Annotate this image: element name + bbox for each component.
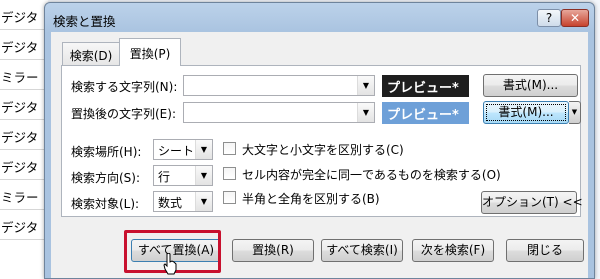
hand-cursor-icon — [163, 253, 177, 275]
find-input[interactable]: ▼ — [183, 75, 375, 96]
tab-replace[interactable]: 置換(P) — [119, 38, 181, 66]
match-byte-checkbox[interactable] — [223, 191, 236, 204]
dialog-title: 検索と置換 — [53, 14, 116, 29]
within-label: 検索場所(H): — [71, 145, 142, 159]
look-in-value: 数式 — [158, 196, 183, 210]
cell[interactable]: デジタ — [0, 150, 48, 180]
replace-button[interactable]: 置換(R) — [232, 239, 314, 262]
replace-panel: 検索する文字列(N): ▼ プレビュー* 書式(M)... 置換後の文字列(E)… — [61, 65, 583, 217]
cell[interactable]: デジタ — [0, 0, 48, 30]
find-label: 検索する文字列(N): — [71, 80, 178, 94]
tab-find[interactable]: 検索(D) — [62, 42, 120, 65]
cell[interactable]: ミラー — [0, 60, 48, 90]
chevron-down-icon[interactable]: ▼ — [195, 166, 212, 185]
cell[interactable]: デジタ — [0, 90, 48, 120]
find-next-button[interactable]: 次を検索(F) — [412, 239, 494, 262]
match-case-label: 大文字と小文字を区別する(C) — [242, 143, 404, 157]
close-button[interactable]: 閉じる — [506, 239, 584, 262]
replace-format-preview: プレビュー* — [382, 102, 469, 124]
cell[interactable]: デジタ — [0, 120, 48, 150]
help-button[interactable]: ? — [537, 9, 561, 27]
within-select[interactable]: シート ▼ — [153, 139, 213, 160]
close-window-button[interactable]: ✕ — [561, 9, 589, 27]
chevron-down-icon[interactable]: ▼ — [569, 101, 581, 124]
match-byte-label: 半角と全角を区別する(B) — [242, 192, 380, 206]
spreadsheet-background: デジタ デジタ ミラー デジタ デジタ デジタ ミラー デジタ — [0, 0, 48, 279]
cell[interactable]: デジタ — [0, 30, 48, 60]
search-direction-select[interactable]: 行 ▼ — [153, 165, 213, 186]
look-in-label: 検索対象(L): — [71, 197, 140, 211]
match-entire-checkbox[interactable] — [223, 167, 236, 180]
look-in-select[interactable]: 数式 ▼ — [153, 191, 213, 212]
search-direction-value: 行 — [158, 170, 171, 184]
within-value: シート — [158, 144, 195, 158]
find-format-preview: プレビュー* — [382, 75, 469, 97]
replace-input[interactable]: ▼ — [183, 102, 375, 123]
focus-ring — [486, 104, 566, 121]
find-all-button[interactable]: すべて検索(I) — [321, 239, 403, 262]
chevron-down-icon[interactable]: ▼ — [357, 103, 374, 122]
match-entire-label: セル内容が完全に同一であるものを検索する(O) — [242, 168, 501, 182]
cell[interactable]: ミラー — [0, 180, 48, 210]
chevron-down-icon[interactable]: ▼ — [195, 140, 212, 159]
replace-label: 置換後の文字列(E): — [71, 107, 176, 121]
cell[interactable]: デジタ — [0, 210, 48, 240]
match-case-checkbox[interactable] — [223, 142, 236, 155]
chevron-down-icon[interactable]: ▼ — [195, 192, 212, 211]
chevron-down-icon[interactable]: ▼ — [357, 76, 374, 95]
options-button[interactable]: オプション(T) << — [481, 191, 583, 214]
search-direction-label: 検索方向(S): — [71, 171, 141, 185]
find-format-button[interactable]: 書式(M)... — [483, 74, 578, 97]
